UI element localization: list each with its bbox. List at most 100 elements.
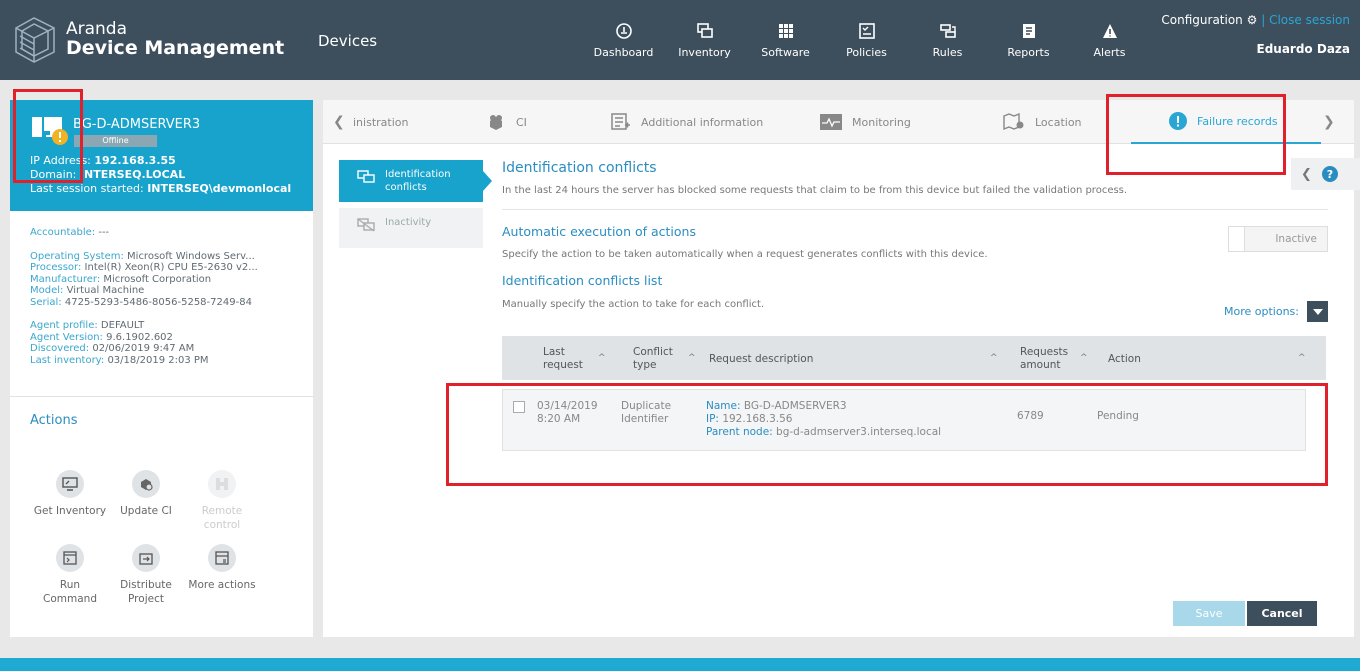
tab-scroll-left-icon[interactable]: ❮ xyxy=(333,114,345,130)
configuration-label: Configuration xyxy=(1161,13,1243,27)
tab-monitoring[interactable]: Monitoring xyxy=(820,100,911,144)
remote-control-button[interactable]: Remote control xyxy=(184,470,260,532)
footer-bar xyxy=(0,658,1360,671)
col-request-description[interactable]: Request description xyxy=(709,353,813,366)
agent-profile-value: DEFAULT xyxy=(100,320,145,331)
col-requests-amount[interactable]: Requests amount xyxy=(1020,346,1070,372)
processor-value: Intel(R) Xeon(R) CPU E5-2630 v2... xyxy=(84,262,258,273)
conflicts-list-title: Identification conflicts list xyxy=(502,273,663,288)
serial-value: 4725-5293-5486-8056-5258-7249-84 xyxy=(64,296,252,308)
annotation-box-conflict-row xyxy=(446,383,1328,486)
tab-location-label: Location xyxy=(1035,115,1082,129)
subnav: Identification conflicts Inactivity xyxy=(339,160,492,254)
main-nav: Dashboard Inventory Software Policies Ru… xyxy=(583,22,1150,59)
chevron-down-icon[interactable] xyxy=(1307,301,1328,322)
get-inventory-button[interactable]: Get Inventory xyxy=(32,470,108,532)
conflicts-list-description: Manually specify the action to take for … xyxy=(502,299,765,310)
last-session-value: INTERSEQ\devmonlocal xyxy=(147,182,292,195)
nav-dashboard[interactable]: Dashboard xyxy=(583,22,664,59)
more-actions-button[interactable]: More actions xyxy=(184,544,260,606)
content: Identification conflicts In the last 24 … xyxy=(502,160,1328,451)
agent-version-label: Agent Version: xyxy=(30,331,103,343)
remote-control-label: Remote control xyxy=(201,505,243,531)
tab-location[interactable]: Location xyxy=(1003,100,1082,144)
nav-reports[interactable]: Reports xyxy=(988,22,1069,59)
update-ci-icon xyxy=(132,470,160,498)
section-description: In the last 24 hours the server has bloc… xyxy=(502,185,1128,196)
gear-icon: ⚙ xyxy=(1246,13,1258,27)
device-properties[interactable]: Accountable: --- Operating System: Micro… xyxy=(10,211,313,396)
tab-monitoring-label: Monitoring xyxy=(852,115,911,129)
tab-ci[interactable]: CI xyxy=(486,100,527,144)
monitoring-icon xyxy=(820,114,842,130)
ci-icon xyxy=(486,114,506,130)
update-ci-button[interactable]: Update CI xyxy=(108,470,184,532)
manufacturer-label: Manufacturer: xyxy=(30,273,101,285)
help-panel-toggle[interactable]: ❮ ? xyxy=(1291,158,1360,190)
configuration-link[interactable]: Configuration ⚙ | Close session xyxy=(1161,13,1350,27)
alerts-icon xyxy=(1101,22,1119,40)
status-badge: Offline xyxy=(74,135,157,147)
aranda-logo-icon xyxy=(15,17,55,63)
run-command-button[interactable]: Run Command xyxy=(32,544,108,606)
sort-request-description-icon[interactable]: ^ xyxy=(990,353,998,363)
tab-administration[interactable]: inistration xyxy=(353,100,408,144)
distribute-project-icon xyxy=(132,544,160,572)
rules-icon xyxy=(939,22,957,40)
model-value: Virtual Machine xyxy=(66,285,145,296)
tab-additional-information[interactable]: Additional information xyxy=(611,100,763,144)
tab-ci-label: CI xyxy=(516,115,527,129)
distribute-project-button[interactable]: Distribute Project xyxy=(108,544,184,606)
sort-last-request-icon[interactable]: ^ xyxy=(598,353,606,363)
brand-product: Device Management xyxy=(66,36,285,59)
toggle-state-label: Inactive xyxy=(1275,233,1317,245)
nav-alerts[interactable]: Alerts xyxy=(1069,22,1150,59)
os-label: Operating System: xyxy=(30,250,124,262)
manufacturer-value: Microsoft Corporation xyxy=(103,273,212,285)
nav-rules[interactable]: Rules xyxy=(907,22,988,59)
software-icon xyxy=(777,22,795,40)
identification-conflicts-icon xyxy=(357,170,375,188)
save-button[interactable]: Save xyxy=(1173,601,1245,626)
remote-control-icon xyxy=(208,470,236,498)
cancel-button[interactable]: Cancel xyxy=(1247,601,1317,626)
module-title: Devices xyxy=(318,32,378,50)
tab-additional-label: Additional information xyxy=(641,115,764,129)
top-bar: Aranda Device Management Devices Dashboa… xyxy=(0,0,1360,80)
brand[interactable]: Aranda Device Management xyxy=(12,14,284,66)
agent-version-value: 9.6.1902.602 xyxy=(106,331,173,343)
os-value: Microsoft Windows Serv... xyxy=(127,250,255,262)
nav-reports-label: Reports xyxy=(1007,46,1050,59)
tab-administration-label: inistration xyxy=(353,115,409,129)
subnav-inactivity[interactable]: Inactivity xyxy=(339,208,483,248)
sort-action-icon[interactable]: ^ xyxy=(1298,353,1306,363)
additional-information-icon xyxy=(611,113,631,131)
col-last-request[interactable]: Last request xyxy=(543,346,583,372)
nav-policies[interactable]: Policies xyxy=(826,22,907,59)
toggle-knob xyxy=(1229,227,1245,251)
annotation-box-failure-tab xyxy=(1106,94,1286,175)
col-action[interactable]: Action xyxy=(1108,353,1141,366)
tab-scroll-right-icon[interactable]: ❯ xyxy=(1323,114,1335,130)
domain-value: INTERSEQ.LOCAL xyxy=(79,168,186,181)
auto-actions-description: Specify the action to be taken automatic… xyxy=(502,249,988,260)
nav-inventory[interactable]: Inventory xyxy=(664,22,745,59)
discovered-value: 02/06/2019 9:47 AM xyxy=(92,343,195,354)
serial-label: Serial: xyxy=(30,296,62,308)
distribute-project-label: Distribute Project xyxy=(120,579,172,605)
actions-grid: Get Inventory Update CI Remote control R… xyxy=(32,470,260,606)
more-options[interactable]: More options: xyxy=(1224,301,1328,322)
last-session-label: Last session started: xyxy=(30,182,144,195)
auto-actions-toggle[interactable]: Inactive xyxy=(1228,226,1328,252)
sort-requests-amount-icon[interactable]: ^ xyxy=(1080,353,1088,363)
user-name[interactable]: Eduardo Daza xyxy=(1257,42,1351,56)
more-actions-icon xyxy=(208,544,236,572)
accountable-value: --- xyxy=(98,227,110,238)
close-session-link[interactable]: | Close session xyxy=(1261,13,1350,27)
sort-conflict-type-icon[interactable]: ^ xyxy=(688,353,696,363)
nav-software[interactable]: Software xyxy=(745,22,826,59)
col-conflict-type[interactable]: Conflict type xyxy=(633,346,673,372)
subnav-identification-conflicts[interactable]: Identification conflicts xyxy=(339,160,492,202)
more-options-label: More options: xyxy=(1224,305,1299,318)
get-inventory-label: Get Inventory xyxy=(33,505,107,517)
